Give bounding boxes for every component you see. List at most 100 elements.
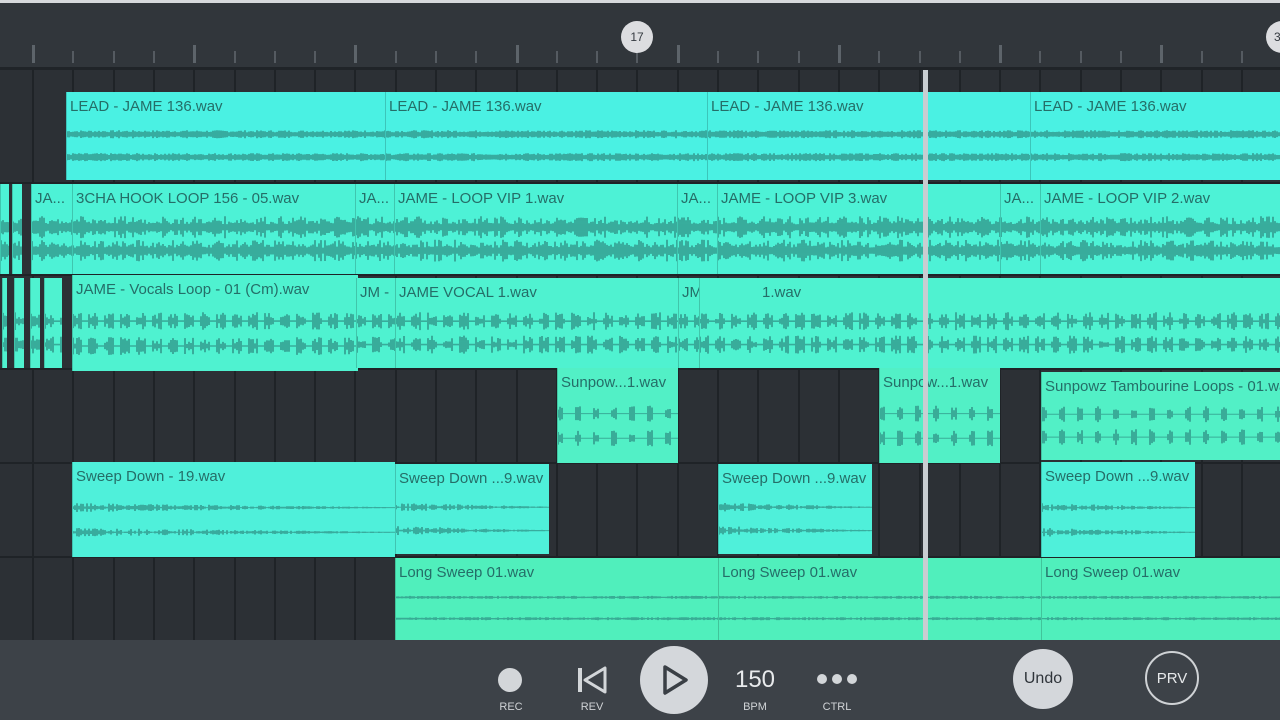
more-dots-icon — [817, 674, 857, 684]
undo-button[interactable]: Undo — [1013, 649, 1073, 709]
waveform — [73, 503, 395, 512]
playlist-tracks[interactable]: LEAD - JAME 136.wav LEAD - JAME 136.wav … — [0, 70, 1280, 640]
ruler-tick — [354, 45, 357, 63]
waveform — [3, 312, 7, 330]
waveform — [13, 241, 22, 260]
clip-sweep-down-2[interactable]: Sweep Down ...9.wav — [395, 464, 549, 554]
clip-vocal-slice-2[interactable] — [14, 278, 24, 368]
clip-label: JAME VOCAL 1.wav — [399, 284, 537, 301]
waveform — [718, 239, 1001, 262]
preview-button[interactable]: PRV — [1145, 651, 1199, 705]
clip-label: Sweep Down ...9.wav — [1045, 468, 1190, 485]
waveform — [558, 405, 678, 422]
record-button[interactable]: REC — [486, 640, 536, 720]
clip-vocal-long[interactable]: 1.wav — [699, 278, 1280, 368]
waveform — [678, 217, 718, 238]
bar-marker-edge[interactable]: 3 — [1266, 21, 1280, 53]
prv-label: PRV — [1156, 669, 1188, 687]
clip-vocals-loop[interactable]: JAME - Vocals Loop - 01 (Cm).wav — [72, 275, 358, 371]
ruler-tick — [798, 51, 800, 63]
clip-label: 3CHA HOOK LOOP 156 - 05.wav — [76, 190, 300, 207]
clip-loop-short-3[interactable]: JA... — [677, 184, 718, 274]
waveform — [679, 337, 700, 352]
waveform — [396, 595, 718, 599]
playhead[interactable] — [923, 70, 928, 640]
clip-jame-vocal[interactable]: JAME VOCAL 1.wav — [395, 278, 679, 368]
timeline-ruler[interactable]: 17 3 — [0, 0, 1280, 70]
clip-loop-vip-2[interactable]: JAME - LOOP VIP 2.wav — [1040, 184, 1280, 274]
waveform — [558, 430, 678, 447]
clip-label: LEAD - JAME 136.wav — [711, 98, 864, 115]
clip-vocal-slice-3[interactable] — [30, 278, 40, 368]
ruler-tick — [878, 51, 880, 63]
bar-marker-label: 17 — [630, 30, 644, 44]
clip-vocal-slice-4[interactable] — [44, 278, 62, 368]
bar-marker-17[interactable]: 17 — [621, 21, 653, 53]
clip-loop-short-2[interactable]: JA... — [355, 184, 395, 274]
waveform — [719, 503, 872, 512]
clip-tambourine-2[interactable]: Sunpow...1.wav — [879, 368, 1000, 463]
waveform — [396, 526, 549, 535]
clip-lead-4[interactable]: LEAD - JAME 136.wav — [1030, 92, 1280, 180]
clip-label: JA... — [359, 190, 390, 207]
waveform — [356, 216, 395, 239]
ruler-tick — [435, 51, 437, 63]
waveform — [719, 595, 1041, 599]
clip-vocal-jm[interactable]: JM - — [356, 278, 396, 368]
ruler-tick — [1080, 51, 1082, 63]
waveform — [45, 313, 62, 329]
waveform — [1041, 216, 1280, 239]
clip-loop-vip-3[interactable]: JAME - LOOP VIP 3.wav — [717, 184, 1001, 274]
clip-hook-loop[interactable]: 3CHA HOOK LOOP 156 - 05.wav — [72, 184, 356, 274]
clip-label: JA... — [681, 190, 712, 207]
clip-loop-short-4[interactable]: JA... — [1000, 184, 1041, 274]
clip-long-sweep-1[interactable]: Long Sweep 01.wav — [395, 558, 718, 640]
record-icon — [498, 668, 522, 692]
clip-tambourine-3[interactable]: Sunpowz Tambourine Loops - 01.wav — [1041, 372, 1280, 460]
waveform — [1042, 595, 1280, 599]
waveform — [386, 130, 708, 139]
clip-long-sweep-3[interactable]: Long Sweep 01.wav — [1041, 558, 1280, 640]
ruler-tick — [717, 51, 719, 63]
clip-vocal-slice-1[interactable] — [2, 278, 7, 368]
waveform — [700, 335, 1280, 354]
play-button[interactable] — [640, 646, 708, 714]
clip-label: LEAD - JAME 136.wav — [70, 98, 223, 115]
clip-loop-slice-1[interactable] — [0, 184, 9, 274]
waveform — [357, 314, 396, 329]
waveform — [718, 216, 1001, 239]
waveform — [708, 153, 1031, 162]
waveform — [396, 335, 679, 354]
clip-lead-1[interactable]: LEAD - JAME 136.wav — [66, 92, 386, 180]
waveform — [1, 220, 9, 235]
waveform — [1042, 617, 1280, 621]
clip-long-sweep-2[interactable]: Long Sweep 01.wav — [718, 558, 1041, 640]
play-icon — [663, 665, 688, 695]
clip-jmvc-loop[interactable]: JMVC LOOP — [678, 278, 700, 368]
rewind-button[interactable]: REV — [567, 640, 617, 720]
tempo-control[interactable]: 150 BPM — [727, 640, 783, 720]
clip-label: 1.wav — [762, 284, 802, 301]
clip-loop-short-1[interactable]: JA... — [31, 184, 73, 274]
waveform — [1031, 130, 1280, 139]
waveform — [15, 312, 24, 330]
ruler-tick — [395, 51, 397, 63]
controls-button[interactable]: CTRL — [810, 640, 864, 720]
waveform — [678, 239, 718, 262]
clip-tambourine-1[interactable]: Sunpow...1.wav — [557, 368, 678, 463]
clip-loop-vip-1[interactable]: JAME - LOOP VIP 1.wav — [394, 184, 678, 274]
clip-sweep-down-1[interactable]: Sweep Down - 19.wav — [72, 462, 395, 557]
clip-lead-3[interactable]: LEAD - JAME 136.wav — [707, 92, 1031, 180]
clip-sweep-down-3[interactable]: Sweep Down ...9.wav — [718, 464, 872, 554]
waveform — [1042, 528, 1195, 537]
clip-sweep-down-4[interactable]: Sweep Down ...9.wav — [1041, 462, 1195, 557]
waveform — [1042, 503, 1195, 512]
clip-loop-slice-2[interactable] — [12, 184, 22, 274]
ruler-tick — [72, 51, 74, 63]
waveform — [45, 336, 62, 353]
ruler-tick — [1241, 51, 1243, 63]
clip-lead-2[interactable]: LEAD - JAME 136.wav — [385, 92, 708, 180]
clip-label: Sweep Down ...9.wav — [722, 470, 867, 487]
waveform — [396, 503, 549, 511]
clip-label: Sunpow...1.wav — [561, 374, 667, 391]
